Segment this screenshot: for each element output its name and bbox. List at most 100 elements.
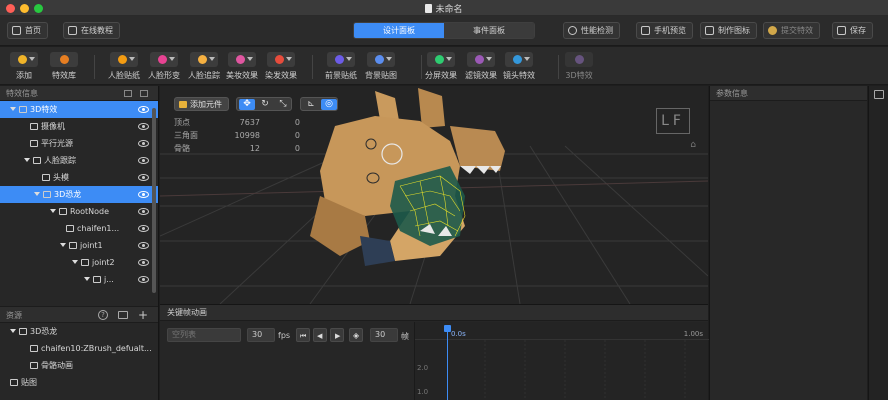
eye-icon[interactable] [138,242,149,249]
eye-icon[interactable] [138,140,149,147]
tool-face-sticker[interactable]: 人脸贴纸 [104,52,144,81]
world-axis-icon[interactable]: ◎ [321,99,337,110]
tool-makeup[interactable]: 美妆效果 [222,52,262,81]
chevron-down-icon[interactable] [486,57,492,61]
local-axis-icon[interactable]: ⊾ [303,99,319,110]
effects-toolbar: 添加 特效库 人脸贴纸 人脸形变 人脸追踪 美妆效果 染发效果 前景贴纸 背景贴图 分屏效果 滤镜效… [0,47,888,85]
timeline-track[interactable]: 0.0s 1.00s 2.0 1.0 [414,322,709,400]
tree-scrollbar[interactable] [152,108,156,293]
chevron-down-icon[interactable] [209,57,215,61]
stat-label: 三角面 [174,131,198,140]
chevron-down-icon[interactable] [247,57,253,61]
expand-arrow-icon[interactable] [10,107,16,111]
chevron-down-icon[interactable] [286,57,292,61]
rotate-tool-icon[interactable]: ↻ [257,99,273,110]
chevron-down-icon[interactable] [386,57,392,61]
eye-icon[interactable] [138,225,149,232]
tree-item-directional-light[interactable]: 平行光源 [0,135,158,152]
expand-arrow-icon[interactable] [72,260,78,264]
delete-icon[interactable] [140,90,148,97]
tutorial-button[interactable]: 在线教程 [63,22,120,39]
tool-foreground-sticker[interactable]: 前景贴纸 [321,52,361,81]
node-icon [59,208,67,215]
tool-filter[interactable]: 滤镜效果 [461,52,501,81]
tree-item-joint2[interactable]: joint2 [0,254,158,271]
play-button[interactable]: ▶ [330,328,344,342]
home-button[interactable]: 首页 [7,22,48,39]
eye-icon[interactable] [138,123,149,130]
tool-effects-library[interactable]: 特效库 [44,52,84,81]
resource-icon [19,328,27,335]
eye-icon[interactable] [138,191,149,198]
node-icon [30,140,38,147]
chevron-down-icon[interactable] [446,57,452,61]
tool-split-screen[interactable]: 分屏效果 [421,52,461,81]
expand-arrow-icon[interactable] [34,192,40,196]
first-frame-button[interactable]: ⏮ [296,328,310,342]
tree-item-3d-effect[interactable]: 3D特效 [0,101,158,118]
tree-item-3d-dinosaur[interactable]: 3D恐龙 [0,186,158,203]
add-element-button[interactable]: 添加元件 [174,97,229,111]
animation-name-input[interactable]: 空列表 [167,328,241,342]
chevron-down-icon[interactable] [346,57,352,61]
chevron-down-icon[interactable] [524,57,530,61]
tree-item-label: 3D恐龙 [54,190,82,199]
eye-icon[interactable] [138,276,149,283]
tree-item-rootnode[interactable]: RootNode [0,203,158,220]
tool-hair-dye-icon [267,52,295,67]
skip-back-icon: ⏮ [300,332,307,340]
help-icon[interactable]: ? [98,310,108,320]
tab-event-panel[interactable]: 事件面板 [444,23,534,38]
copy-icon[interactable] [124,90,132,97]
panel-toggle-icon[interactable] [874,90,884,99]
tool-background-image[interactable]: 背景贴图 [361,52,401,81]
prev-frame-button[interactable]: ◀ [313,328,327,342]
resource-item-mesh-chaifen10[interactable]: chaifen10:ZBrush_defualt... [0,340,158,357]
expand-arrow-icon[interactable] [84,277,90,281]
resource-item-3d-dinosaur[interactable]: 3D恐龙 [0,323,158,340]
tree-item-head-model[interactable]: 头模 [0,169,158,186]
save-button[interactable]: 保存 [832,22,873,39]
tree-item-camera[interactable]: 摄像机 [0,118,158,135]
scale-tool-icon[interactable]: ⤡ [275,99,291,110]
tree-item-chaifen1[interactable]: chaifen1... [0,220,158,237]
keyframe-button[interactable]: ◈ [349,328,363,342]
eye-icon[interactable] [138,106,149,113]
fps-input[interactable]: 30 [247,328,275,342]
viewport-3d[interactable]: 添加元件 ✥ ↻ ⤡ ⊾ ◎ 顶点 7637 0 三角面 10998 0 骨骼 12 0 LF … [160,86,708,304]
chevron-down-icon[interactable] [29,57,35,61]
frames-input[interactable]: 30 [370,328,398,342]
tree-item-face-tracking[interactable]: 人脸跟踪 [0,152,158,169]
tree-item-joint1[interactable]: joint1 [0,237,158,254]
stat-label: 顶点 [174,118,190,127]
move-tool-icon[interactable]: ✥ [239,99,255,110]
eye-icon[interactable] [138,259,149,266]
eye-icon[interactable] [138,174,149,181]
add-resource-icon[interactable]: + [138,307,148,324]
home-view-icon[interactable]: ⌂ [690,140,696,150]
chevron-down-icon[interactable] [169,57,175,61]
tool-3d-effect[interactable]: 3D特效 [559,52,599,81]
eye-icon[interactable] [138,208,149,215]
tab-design-panel[interactable]: 设计面板 [354,23,444,38]
make-icon-button[interactable]: 制作图标 [700,22,757,39]
performance-button[interactable]: 性能检测 [563,22,620,39]
logo: LF [656,108,690,134]
tool-face-tracking[interactable]: 人脸追踪 [184,52,224,81]
tree-item-j[interactable]: j... [0,271,158,288]
tool-lens-effect[interactable]: 镜头特效 [499,52,539,81]
resource-item-textures[interactable]: 贴图 [0,374,158,391]
tool-face-deform[interactable]: 人脸形变 [144,52,184,81]
expand-arrow-icon[interactable] [24,158,30,162]
submit-effect-button[interactable]: 提交特效 [763,22,820,39]
folder-icon[interactable] [118,311,128,319]
eye-icon[interactable] [138,157,149,164]
expand-arrow-icon[interactable] [50,209,56,213]
expand-arrow-icon[interactable] [60,243,66,247]
tool-hair-dye[interactable]: 染发效果 [261,52,301,81]
phone-preview-button[interactable]: 手机预览 [636,22,693,39]
chevron-down-icon[interactable] [129,57,135,61]
expand-arrow-icon[interactable] [10,329,16,333]
resource-item-skeletal-animation[interactable]: 骨骼动画 [0,357,158,374]
tool-add[interactable]: 添加 [4,52,44,81]
